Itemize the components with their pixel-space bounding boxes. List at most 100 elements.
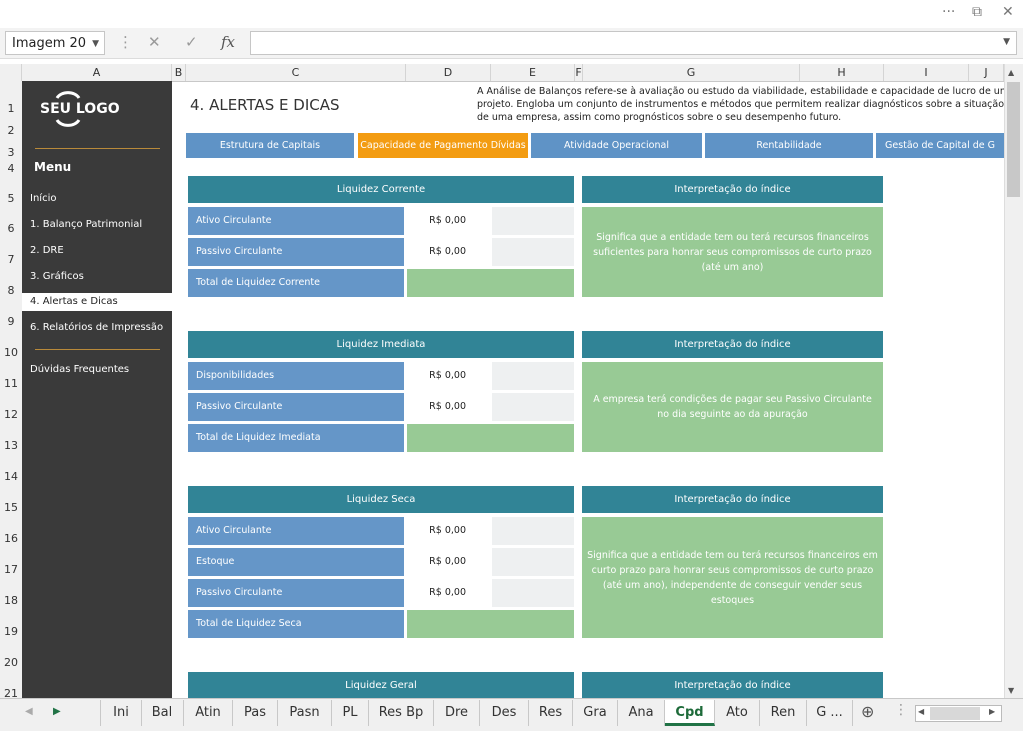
empty-cell[interactable] — [492, 362, 574, 390]
row-header[interactable]: 4 — [0, 162, 22, 175]
row-header[interactable]: 7 — [0, 253, 22, 266]
row-header[interactable]: 12 — [0, 408, 22, 421]
sheet-tab-active[interactable]: Cpd — [665, 700, 715, 726]
scroll-down-icon[interactable]: ▼ — [1008, 686, 1014, 695]
formula-input[interactable]: ▼ — [250, 31, 1017, 55]
sheet-tab[interactable]: PL — [332, 700, 369, 726]
interpretation-header: Interpretação do índice — [582, 486, 883, 513]
sheet-tab[interactable]: Dre — [434, 700, 480, 726]
row-header[interactable]: 9 — [0, 315, 22, 328]
sheet-tab[interactable]: Bal — [141, 700, 184, 726]
sidebar-item-dre[interactable]: 2. DRE — [22, 242, 172, 260]
select-all-corner[interactable] — [0, 64, 22, 81]
sidebar-item-relatorios[interactable]: 6. Relatórios de Impressão — [22, 319, 172, 337]
sheet-tab[interactable]: Gra — [573, 700, 618, 726]
next-sheet-icon[interactable]: ▶ — [53, 706, 61, 717]
column-header-c[interactable]: C — [186, 64, 406, 81]
row-header[interactable]: 20 — [0, 656, 22, 669]
row-header[interactable]: 15 — [0, 501, 22, 514]
scroll-up-icon[interactable]: ▲ — [1008, 68, 1014, 77]
row-header[interactable]: 18 — [0, 594, 22, 607]
row-value[interactable]: R$ 0,00 — [407, 238, 490, 266]
tab-capacidade-pagamento[interactable]: Capacidade de Pagamento Dívidas — [358, 133, 528, 158]
total-value[interactable] — [407, 610, 574, 638]
sidebar-item-inicio[interactable]: Início — [22, 190, 172, 208]
row-header[interactable]: 1 — [0, 102, 22, 115]
sheet-tab[interactable]: Pas — [233, 700, 278, 726]
empty-cell[interactable] — [492, 517, 574, 545]
row-header[interactable]: 11 — [0, 377, 22, 390]
sheet-tab[interactable]: Atin — [184, 700, 233, 726]
close-icon[interactable]: ✕ — [1002, 4, 1014, 20]
row-header[interactable]: 3 — [0, 146, 22, 159]
tab-atividade-operacional[interactable]: Atividade Operacional — [531, 133, 702, 158]
insert-function-icon[interactable]: fx — [221, 33, 235, 51]
sidebar-item-balanco[interactable]: 1. Balanço Patrimonial — [22, 216, 172, 234]
chevron-down-icon[interactable]: ▼ — [92, 32, 99, 56]
row-value[interactable]: R$ 0,00 — [407, 548, 490, 576]
column-header-g[interactable]: G — [583, 64, 800, 81]
empty-cell[interactable] — [492, 393, 574, 421]
empty-cell[interactable] — [492, 548, 574, 576]
row-value[interactable]: R$ 0,00 — [407, 207, 490, 235]
restore-icon[interactable]: ⧉ — [972, 4, 982, 20]
row-value[interactable]: R$ 0,00 — [407, 579, 490, 607]
row-header[interactable]: 5 — [0, 192, 22, 205]
sheet-tab[interactable]: Res Bp — [369, 700, 434, 726]
row-value[interactable]: R$ 0,00 — [407, 393, 490, 421]
sidebar-item-faq[interactable]: Dúvidas Frequentes — [22, 361, 172, 379]
empty-cell[interactable] — [492, 579, 574, 607]
sheet-tab[interactable]: Ren — [760, 700, 807, 726]
row-header[interactable]: 19 — [0, 625, 22, 638]
column-header-e[interactable]: E — [491, 64, 575, 81]
column-header-i[interactable]: I — [884, 64, 969, 81]
row-header[interactable]: 2 — [0, 124, 22, 137]
column-header-d[interactable]: D — [406, 64, 491, 81]
column-header-h[interactable]: H — [800, 64, 884, 81]
sidebar-item-alertas[interactable]: 4. Alertas e Dicas — [22, 293, 172, 311]
scroll-thumb[interactable] — [930, 707, 980, 720]
row-header[interactable]: 14 — [0, 470, 22, 483]
sheet-tab[interactable]: Res — [529, 700, 573, 726]
row-value[interactable]: R$ 0,00 — [407, 517, 490, 545]
row-header[interactable]: 8 — [0, 284, 22, 297]
tab-gestao-capital[interactable]: Gestão de Capital de G — [876, 133, 1004, 158]
name-box[interactable]: Imagem 20 ▼ — [5, 31, 105, 55]
scroll-left-icon[interactable]: ◀ — [918, 707, 924, 716]
sheet-tab[interactable]: Ato — [715, 700, 760, 726]
row-label: Estoque — [188, 548, 404, 576]
column-header-a[interactable]: A — [22, 64, 172, 81]
row-header[interactable]: 13 — [0, 439, 22, 452]
column-header-f[interactable]: F — [575, 64, 583, 81]
column-header-b[interactable]: B — [172, 64, 186, 81]
add-sheet-icon[interactable]: ⊕ — [861, 702, 874, 721]
total-value[interactable] — [407, 424, 574, 452]
expand-formula-icon[interactable]: ▼ — [1003, 37, 1010, 47]
cancel-icon[interactable]: ✕ — [148, 33, 161, 51]
tab-estrutura-capitais[interactable]: Estrutura de Capitais — [186, 133, 354, 158]
sheet-tab[interactable]: Pasn — [278, 700, 332, 726]
row-label: Disponibilidades — [188, 362, 404, 390]
check-icon[interactable]: ✓ — [185, 33, 198, 51]
row-header[interactable]: 6 — [0, 222, 22, 235]
horizontal-scrollbar[interactable]: ◀ ▶ — [915, 705, 1002, 722]
sheet-tab[interactable]: Ana — [618, 700, 665, 726]
total-value[interactable] — [407, 269, 574, 297]
tab-rentabilidade[interactable]: Rentabilidade — [705, 133, 873, 158]
sheet-tab[interactable]: Des — [480, 700, 529, 726]
scroll-right-icon[interactable]: ▶ — [989, 707, 995, 716]
sheet-tab[interactable]: Ini — [100, 700, 142, 726]
row-header[interactable]: 17 — [0, 563, 22, 576]
scroll-thumb[interactable] — [1007, 82, 1020, 197]
section-header-liquidez-geral: Liquidez Geral — [188, 672, 574, 698]
empty-cell[interactable] — [492, 238, 574, 266]
column-header-j[interactable]: J — [969, 64, 1004, 81]
more-options-icon[interactable]: ··· — [942, 4, 955, 20]
row-header[interactable]: 10 — [0, 346, 22, 359]
sheet-tab[interactable]: G ... — [807, 700, 853, 726]
empty-cell[interactable] — [492, 207, 574, 235]
row-header[interactable]: 16 — [0, 532, 22, 545]
row-value[interactable]: R$ 0,00 — [407, 362, 490, 390]
prev-sheet-icon[interactable]: ◀ — [25, 706, 33, 717]
sidebar-item-graficos[interactable]: 3. Gráficos — [22, 268, 172, 286]
